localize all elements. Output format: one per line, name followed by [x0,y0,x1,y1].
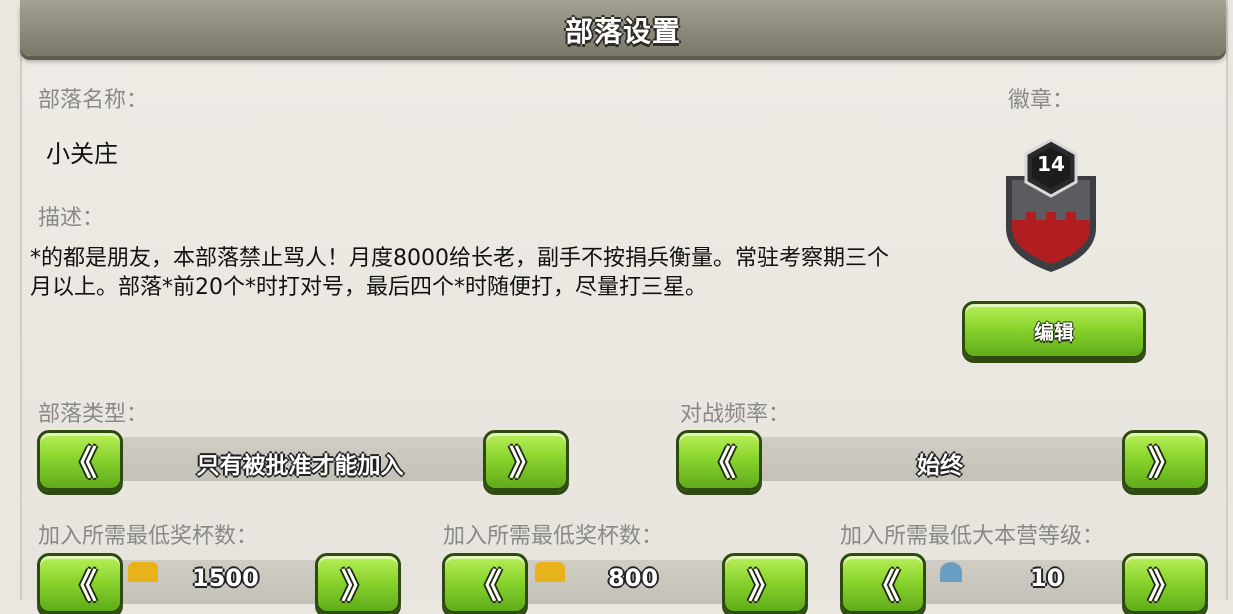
min-trophies-prev-button[interactable]: 《 [37,553,123,614]
chevron-left-icon: 《 [468,567,502,607]
badge-level: 14 [1037,152,1065,176]
clan-type-value: 只有被批准才能加入 [196,453,404,479]
min-townhall-label: 加入所需最低大本营等级： [840,524,1105,549]
war-frequency-next-button[interactable]: 》 [1122,430,1208,491]
min-townhall-prev-button[interactable]: 《 [840,553,926,614]
min-townhall-value: 10 [1030,564,1064,592]
war-frequency-prev-button[interactable]: 《 [676,430,762,491]
war-frequency-label: 对战频率： [680,402,791,427]
description-text[interactable]: *的都是朋友，本部落禁止骂人！月度8000给长老，副手不按捐兵衡量。常驻考察期三… [30,244,910,302]
clan-type-next-button[interactable]: 》 [483,430,569,491]
min-builder-trophies-next-button[interactable]: 》 [722,553,808,614]
badge-label: 徽章： [1008,88,1075,113]
clan-name-label: 部落名称： [38,88,149,113]
clan-type-prev-button[interactable]: 《 [37,430,123,491]
title-bar: 部落设置 [20,0,1226,56]
min-builder-trophies-label: 加入所需最低奖杯数： [443,524,664,549]
chevron-right-icon: 》 [509,444,543,484]
chevron-right-icon: 》 [748,567,782,607]
chevron-left-icon: 《 [63,567,97,607]
min-trophies-next-button[interactable]: 》 [315,553,401,614]
clan-type-label: 部落类型： [38,402,149,427]
clan-badge: 14 [996,136,1106,276]
trophy-icon [128,562,158,582]
description-label: 描述： [38,206,105,231]
chevron-left-icon: 《 [702,444,736,484]
chevron-left-icon: 《 [63,444,97,484]
min-townhall-next-button[interactable]: 》 [1122,553,1208,614]
edit-badge-button-label: 编辑 [1034,319,1074,344]
page-title: 部落设置 [564,15,681,48]
min-trophies-label: 加入所需最低奖杯数： [38,524,259,549]
chevron-left-icon: 《 [866,567,900,607]
chevron-right-icon: 》 [341,567,375,607]
builder-trophy-icon [535,562,565,582]
townhall-icon [940,562,962,582]
min-trophies-value: 1500 [192,564,259,592]
war-frequency-value: 始终 [917,453,963,479]
clan-name-value[interactable]: 小关庄 [46,134,118,169]
chevron-right-icon: 》 [1148,567,1182,607]
chevron-right-icon: 》 [1148,444,1182,484]
min-builder-trophies-value: 800 [608,564,659,592]
min-builder-trophies-prev-button[interactable]: 《 [442,553,528,614]
edit-badge-button[interactable]: 编辑 [962,301,1146,359]
